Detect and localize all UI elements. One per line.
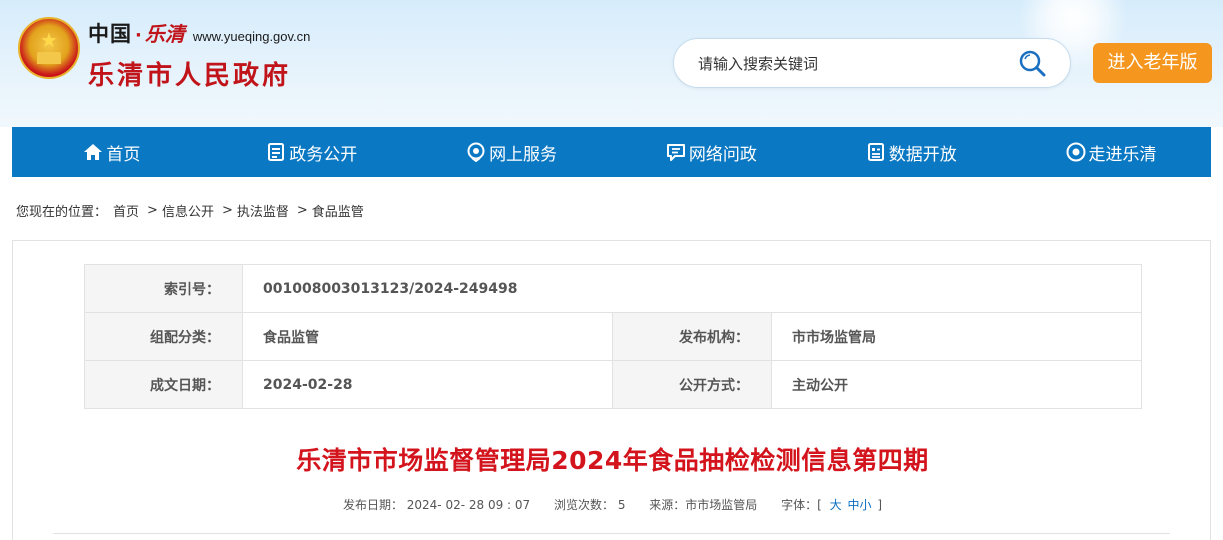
breadcrumb-separator: > (147, 203, 158, 218)
table-row: 索引号： 001008003013123/2024-249498 (84, 264, 1143, 313)
breadcrumb-link-food-supervision[interactable]: 食品监管 (312, 201, 364, 220)
nav-item-label: 首页 (106, 144, 141, 165)
publisher-value: 市市场监管局 (770, 312, 1143, 361)
article-container: 索引号： 001008003013123/2024-249498 组配分类： 食… (12, 240, 1211, 540)
breadcrumb-link-info-disclosure[interactable]: 信息公开 (162, 201, 214, 220)
nav-item-online-inquiry[interactable]: 网络问政 (611, 127, 811, 177)
font-size-label: 字体：[ (781, 498, 822, 512)
metadata-table: 索引号： 001008003013123/2024-249498 组配分类： 食… (84, 264, 1143, 409)
nav-item-label: 数据开放 (888, 144, 957, 165)
category-label: 组配分类： (84, 312, 243, 361)
national-emblem-logo[interactable]: ★ (18, 17, 80, 79)
star-icon: ★ (40, 28, 58, 52)
index-number-value: 001008003013123/2024-249498 (241, 264, 1143, 313)
font-size-large-link[interactable]: 大 (830, 498, 842, 512)
document-date-label: 成文日期： (84, 360, 243, 409)
disclosure-method-value: 主动公开 (770, 360, 1143, 409)
nav-item-home[interactable]: 首页 (12, 127, 212, 177)
site-header: ★ 中国 · 乐清 www.yueqing.gov.cn 乐清市人民政府 进入老… (0, 0, 1223, 127)
chat-icon (666, 144, 685, 161)
publisher-label: 发布机构： (612, 312, 772, 361)
view-count: 浏览次数： 5 (554, 498, 626, 512)
table-row: 成文日期： 2024-02-28 公开方式： 主动公开 (84, 360, 1143, 409)
breadcrumb: 您现在的位置： 首页 > 信息公开 > 执法监督 > 食品监管 (16, 201, 364, 220)
document-date-value: 2024-02-28 (242, 360, 613, 409)
nav-item-about-yueqing[interactable]: 走进乐清 (1011, 127, 1211, 177)
font-size-small-link[interactable]: 小 (860, 498, 872, 512)
home-icon (84, 144, 103, 160)
breadcrumb-separator: > (221, 203, 233, 218)
article-title: 乐清市市场监督管理局2024年食品抽检检测信息第四期 (296, 446, 929, 475)
font-size-close-bracket: ] (877, 498, 883, 512)
search-input[interactable] (698, 51, 998, 77)
breadcrumb-separator: > (296, 203, 308, 218)
nav-item-label: 网络问政 (688, 144, 757, 165)
logo-topline[interactable]: 中国 · 乐清 www.yueqing.gov.cn (88, 18, 310, 48)
logo-yueqing-calligraphy: 乐清 (144, 22, 185, 46)
breadcrumb-link-enforcement[interactable]: 执法监督 (237, 201, 289, 220)
logo-dot: · (135, 25, 142, 46)
font-size-medium-link[interactable]: 中 (847, 498, 859, 512)
nav-item-open-data[interactable]: 数据开放 (811, 127, 1011, 177)
nav-item-online-services[interactable]: 网上服务 (412, 127, 612, 177)
disclosure-method-label: 公开方式： (612, 360, 772, 409)
site-title[interactable]: 乐清市人民政府 (88, 55, 291, 92)
nav-item-label: 政务公开 (289, 144, 358, 165)
nav-item-label: 走进乐清 (1088, 144, 1157, 165)
search-icon[interactable] (1018, 49, 1048, 79)
category-value: 食品监管 (242, 312, 613, 361)
logo-china-text: 中国 (88, 21, 132, 46)
search-box (673, 38, 1071, 88)
table-row: 组配分类： 食品监管 发布机构： 市市场监管局 (84, 312, 1143, 361)
location-icon (467, 142, 485, 162)
article-source: 来源：市市场监管局 (649, 498, 758, 512)
index-number-label: 索引号： (84, 264, 243, 313)
data-icon (867, 143, 884, 161)
content-divider (53, 533, 1170, 534)
document-icon (268, 143, 285, 161)
font-size-control: 字体：[ 大 中小 ] (781, 498, 882, 512)
gate-icon (37, 52, 61, 64)
elder-mode-button[interactable]: 进入老年版 (1093, 43, 1212, 83)
article-info-bar: 发布日期： 2024- 02- 28 09 : 07 浏览次数： 5 来源：市市… (13, 496, 1212, 513)
breadcrumb-link-home[interactable]: 首页 (113, 201, 139, 220)
main-nav: 首页 政务公开 网上服务 网络问政 数据开放 走进乐清 (12, 127, 1211, 177)
breadcrumb-prefix: 您现在的位置： (16, 205, 108, 220)
eye-icon (1066, 142, 1086, 162)
publish-date: 发布日期： 2024- 02- 28 09 : 07 (342, 498, 531, 512)
logo-url: www.yueqing.gov.cn (192, 29, 311, 44)
nav-item-government-affairs[interactable]: 政务公开 (212, 127, 412, 177)
nav-item-label: 网上服务 (489, 144, 558, 165)
